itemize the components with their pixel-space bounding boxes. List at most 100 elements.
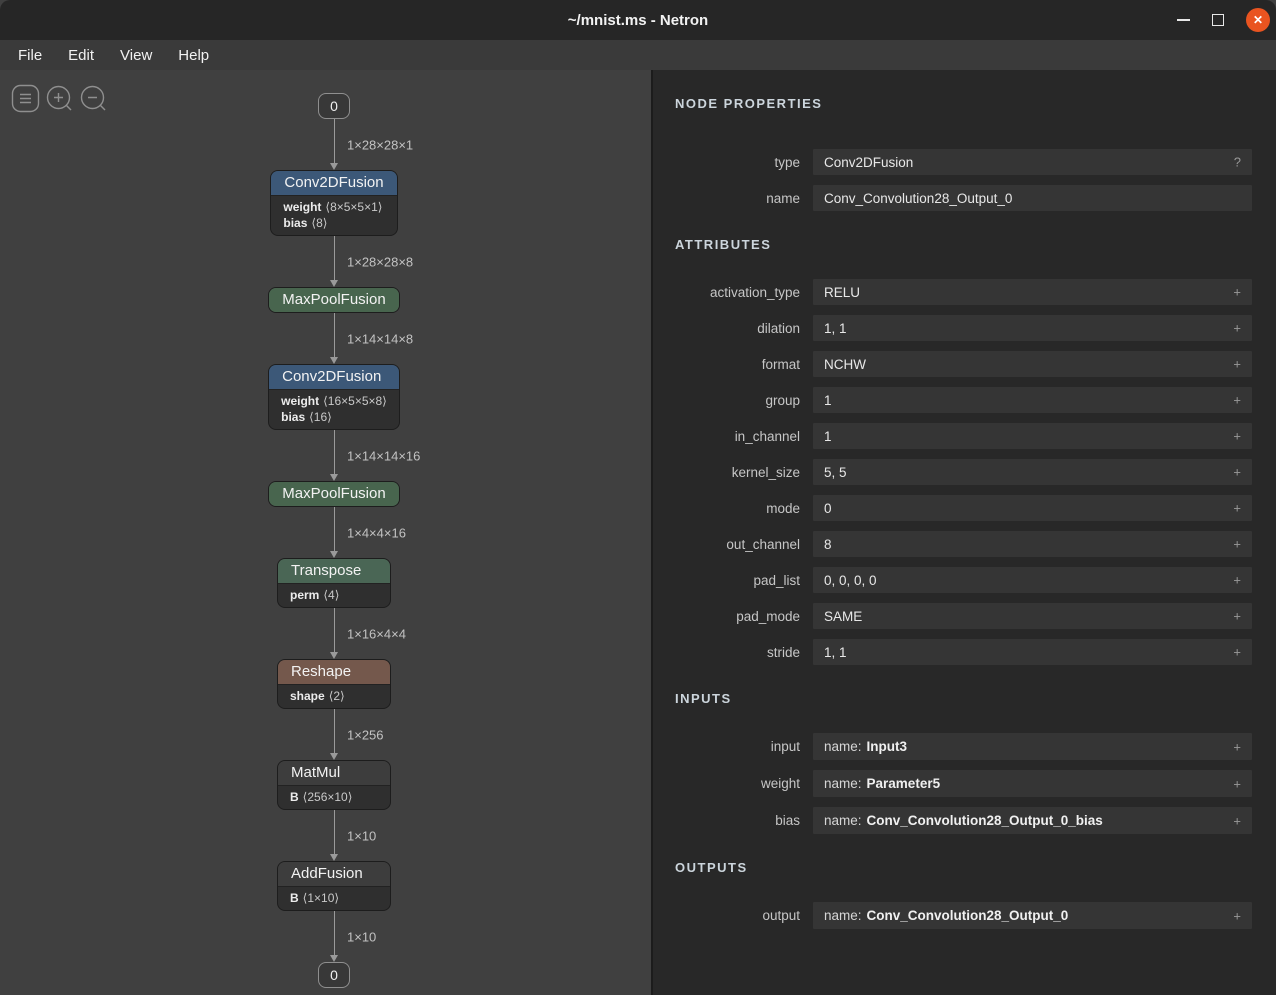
field-value: NCHW [824, 357, 866, 372]
attribute-row-format: format NCHW + [675, 351, 1252, 377]
attribute-field[interactable]: 8 + [813, 531, 1252, 557]
expand-plus-icon[interactable]: + [1233, 501, 1241, 516]
graph-input-node[interactable]: 0 [318, 93, 350, 119]
input-field[interactable]: name: Parameter5 + [813, 770, 1252, 797]
param-value: ⟨1×10⟩ [303, 891, 339, 905]
menubar: File Edit View Help [0, 40, 1276, 70]
window-title: ~/mnist.ms - Netron [568, 12, 708, 29]
attribute-field[interactable]: 0 + [813, 495, 1252, 521]
node-addfusion[interactable]: AddFusion B⟨1×10⟩ [277, 861, 391, 911]
type-field[interactable]: Conv2DFusion ? [813, 149, 1252, 175]
attribute-field[interactable]: RELU + [813, 279, 1252, 305]
node-title: Conv2DFusion [271, 171, 396, 195]
input-row-weight: weight name: Parameter5 + [675, 770, 1252, 797]
field-value: Conv_Convolution28_Output_0 [867, 908, 1069, 923]
expand-plus-icon[interactable]: + [1233, 285, 1241, 300]
node-params: shape⟨2⟩ [278, 684, 390, 708]
attribute-field[interactable]: 1 + [813, 423, 1252, 449]
param-key: B [290, 891, 299, 905]
menu-view[interactable]: View [107, 43, 165, 68]
node-transpose[interactable]: Transpose perm⟨4⟩ [277, 558, 391, 608]
field-value: Input3 [867, 739, 908, 754]
maximize-icon[interactable] [1212, 14, 1224, 26]
attribute-field[interactable]: NCHW + [813, 351, 1252, 377]
attribute-field[interactable]: 0, 0, 0, 0 + [813, 567, 1252, 593]
attribute-field[interactable]: 1, 1 + [813, 639, 1252, 665]
expand-plus-icon[interactable]: + [1233, 537, 1241, 552]
node-maxpoolfusion-2[interactable]: MaxPoolFusion [268, 481, 399, 507]
menu-help[interactable]: Help [165, 43, 222, 68]
app-window: ~/mnist.ms - Netron ✕ File Edit View Hel… [0, 0, 1276, 995]
graph-edge: 1×10 [0, 911, 668, 962]
close-icon[interactable]: ✕ [1246, 8, 1270, 32]
menu-edit[interactable]: Edit [55, 43, 107, 68]
expand-plus-icon[interactable]: + [1233, 357, 1241, 372]
expand-plus-icon[interactable]: + [1233, 739, 1241, 754]
attribute-row-stride: stride 1, 1 + [675, 639, 1252, 665]
node-conv2dfusion-1[interactable]: Conv2DFusion weight⟨8×5×5×1⟩ bias⟨8⟩ [270, 170, 397, 236]
attribute-label: kernel_size [675, 465, 800, 480]
panel-title: NODE PROPERTIES [675, 96, 1252, 111]
attribute-field[interactable]: 1, 1 + [813, 315, 1252, 341]
output-field[interactable]: name: Conv_Convolution28_Output_0 + [813, 902, 1252, 929]
attribute-field[interactable]: 1 + [813, 387, 1252, 413]
expand-plus-icon[interactable]: + [1233, 908, 1241, 923]
expand-plus-icon[interactable]: + [1233, 429, 1241, 444]
edge-shape-label: 1×10 [347, 929, 376, 944]
attribute-label: in_channel [675, 429, 800, 444]
field-value: Conv2DFusion [824, 155, 913, 170]
param-key: perm [290, 588, 319, 602]
field-value: 5, 5 [824, 465, 847, 480]
name-prefix: name: [824, 813, 862, 828]
graph-pane: 0 1×28×28×1 Conv2DFusion weight⟨8×5×5×1⟩… [0, 70, 651, 995]
node-maxpoolfusion-1[interactable]: MaxPoolFusion [268, 287, 399, 313]
attribute-row-out-channel: out_channel 8 + [675, 531, 1252, 557]
input-row-input: input name: Input3 + [675, 733, 1252, 760]
attribute-label: pad_list [675, 573, 800, 588]
expand-plus-icon[interactable]: + [1233, 393, 1241, 408]
field-value: Conv_Convolution28_Output_0 [824, 191, 1012, 206]
node-reshape[interactable]: Reshape shape⟨2⟩ [277, 659, 391, 709]
node-params: weight⟨8×5×5×1⟩ bias⟨8⟩ [271, 195, 396, 235]
field-value: 8 [824, 537, 832, 552]
attribute-row-kernel-size: kernel_size 5, 5 + [675, 459, 1252, 485]
attribute-field[interactable]: 5, 5 + [813, 459, 1252, 485]
name-prefix: name: [824, 908, 862, 923]
expand-plus-icon[interactable]: + [1233, 609, 1241, 624]
titlebar: ~/mnist.ms - Netron ✕ [0, 0, 1276, 40]
minimize-icon[interactable] [1177, 19, 1190, 21]
expand-plus-icon[interactable]: + [1233, 465, 1241, 480]
property-label: type [675, 155, 800, 170]
node-matmul[interactable]: MatMul B⟨256×10⟩ [277, 760, 391, 810]
expand-plus-icon[interactable]: + [1233, 645, 1241, 660]
name-field[interactable]: Conv_Convolution28_Output_0 [813, 185, 1252, 211]
attribute-label: pad_mode [675, 609, 800, 624]
menu-file[interactable]: File [5, 43, 55, 68]
graph-output-node[interactable]: 0 [318, 962, 350, 988]
node-title: Conv2DFusion [269, 365, 399, 389]
graph-edge: 1×10 [0, 810, 668, 861]
param-value: ⟨256×10⟩ [303, 790, 353, 804]
input-field[interactable]: name: Conv_Convolution28_Output_0_bias + [813, 807, 1252, 834]
attribute-label: out_channel [675, 537, 800, 552]
attribute-row-dilation: dilation 1, 1 + [675, 315, 1252, 341]
name-prefix: name: [824, 776, 862, 791]
expand-plus-icon[interactable]: + [1233, 813, 1241, 828]
expand-plus-icon[interactable]: + [1233, 573, 1241, 588]
expand-plus-icon[interactable]: + [1233, 321, 1241, 336]
field-value: Conv_Convolution28_Output_0_bias [867, 813, 1103, 828]
input-field[interactable]: name: Input3 + [813, 733, 1252, 760]
node-params: perm⟨4⟩ [278, 583, 390, 607]
node-title: Reshape [278, 660, 390, 684]
type-help-icon[interactable]: ? [1234, 155, 1241, 170]
param-value: ⟨2⟩ [329, 689, 345, 703]
edge-shape-label: 1×14×14×8 [347, 331, 413, 346]
param-value: ⟨8⟩ [311, 216, 327, 230]
input-label: bias [675, 813, 800, 828]
edge-shape-label: 1×10 [347, 828, 376, 843]
field-value: 0, 0, 0, 0 [824, 573, 877, 588]
node-conv2dfusion-2[interactable]: Conv2DFusion weight⟨16×5×5×8⟩ bias⟨16⟩ [268, 364, 400, 430]
expand-plus-icon[interactable]: + [1233, 776, 1241, 791]
attribute-field[interactable]: SAME + [813, 603, 1252, 629]
property-label: name [675, 191, 800, 206]
